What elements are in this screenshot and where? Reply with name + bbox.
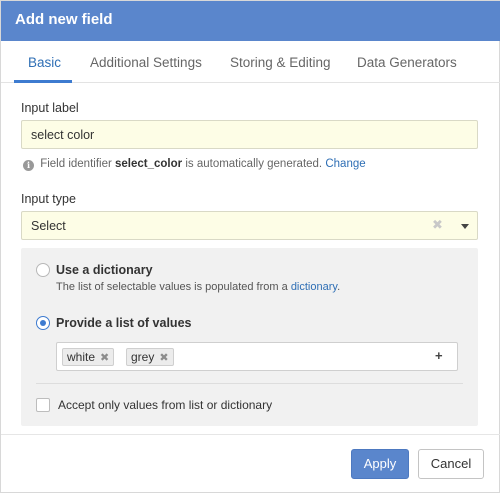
accept-only-label: Accept only values from list or dictiona…: [58, 398, 273, 412]
value-tag-white: white ✖: [62, 348, 115, 366]
remove-tag-icon[interactable]: ✖: [159, 352, 168, 364]
input-label-field[interactable]: [21, 120, 478, 149]
hint-suffix: is automatically generated.: [185, 158, 323, 170]
caret-down-icon[interactable]: [461, 224, 469, 229]
tab-data-generators[interactable]: Data Generators: [357, 55, 457, 70]
use-dictionary-label: Use a dictionary: [56, 263, 153, 277]
values-source-panel: Use a dictionary The list of selectable …: [21, 248, 478, 426]
input-type-value: Select: [31, 219, 66, 233]
provide-list-label: Provide a list of values: [56, 316, 192, 330]
tab-basic[interactable]: Basic: [28, 55, 61, 70]
provide-list-radio[interactable]: [36, 316, 50, 330]
active-tab-indicator: [14, 80, 72, 83]
tab-bar: Basic Additional Settings Storing & Edit…: [1, 41, 500, 83]
remove-tag-icon[interactable]: ✖: [100, 352, 109, 364]
values-tag-input[interactable]: white ✖ grey ✖ +: [56, 342, 458, 371]
info-icon: i: [23, 160, 34, 171]
add-value-icon[interactable]: +: [435, 348, 443, 363]
panel-divider: [36, 383, 463, 384]
tag-label: white: [67, 350, 96, 364]
accept-only-checkbox[interactable]: [36, 398, 50, 412]
use-dictionary-description: The list of selectable values is populat…: [56, 281, 340, 293]
tab-additional-settings[interactable]: Additional Settings: [90, 55, 202, 70]
input-type-select[interactable]: Select ✖: [21, 211, 478, 240]
field-identifier: select_color: [115, 158, 183, 170]
use-dictionary-radio[interactable]: [36, 263, 50, 277]
tag-label: grey: [131, 350, 155, 364]
input-type-heading: Input type: [21, 192, 76, 206]
cancel-button[interactable]: Cancel: [418, 449, 484, 479]
dictionary-desc-text: The list of selectable values is populat…: [56, 281, 288, 293]
value-tag-grey: grey ✖: [126, 348, 174, 366]
add-field-dialog: Add new field Basic Additional Settings …: [0, 0, 500, 493]
hint-prefix: Field identifier: [40, 158, 112, 170]
clear-selection-icon[interactable]: ✖: [432, 217, 443, 233]
dialog-title: Add new field: [15, 11, 113, 28]
footer-divider: [1, 434, 500, 435]
field-identifier-hint: i Field identifier select_color is autom…: [23, 158, 366, 171]
dictionary-desc-period: .: [337, 281, 341, 293]
tab-storing-editing[interactable]: Storing & Editing: [230, 55, 331, 70]
change-identifier-link[interactable]: Change: [325, 158, 365, 170]
dictionary-link[interactable]: dictionary: [291, 281, 337, 293]
apply-button[interactable]: Apply: [351, 449, 409, 479]
input-label-heading: Input label: [21, 101, 79, 115]
dialog-header: Add new field: [1, 1, 500, 41]
